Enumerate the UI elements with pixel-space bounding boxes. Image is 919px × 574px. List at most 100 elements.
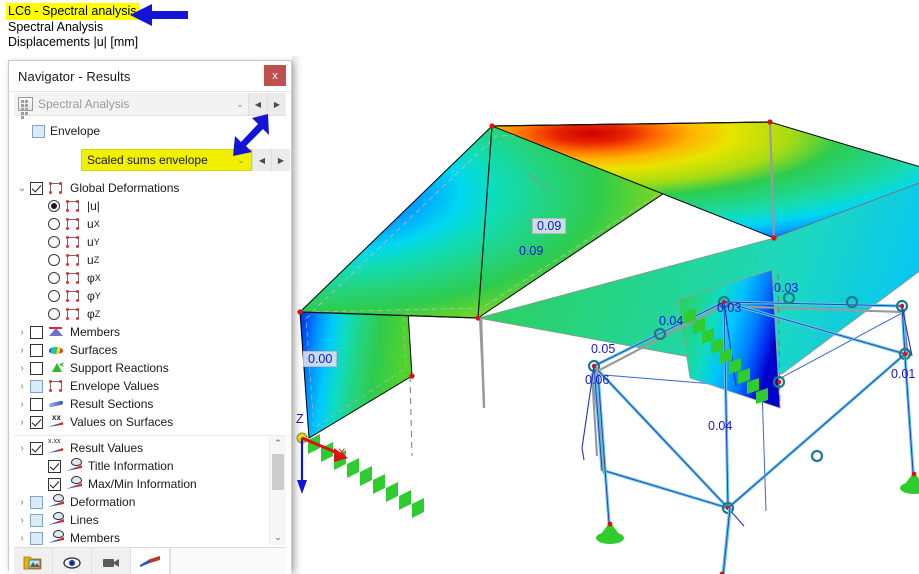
checkbox-members[interactable]: [30, 531, 43, 545]
scroll-down-arrow[interactable]: ⌄: [270, 530, 286, 545]
checkbox-title-information[interactable]: [48, 459, 61, 473]
chevron-right-icon[interactable]: ›: [14, 399, 30, 410]
radio--[interactable]: [48, 290, 60, 302]
envelope-checkbox[interactable]: [32, 124, 45, 138]
tree-item-label: Title Information: [88, 459, 174, 473]
tree-row-lines[interactable]: › Lines: [14, 511, 268, 529]
toolbar-empty-area: [170, 548, 286, 574]
tree-item-label: Global Deformations: [70, 181, 180, 195]
results-tree-upper[interactable]: ⌄Global Deformations·|u|·uX·uY·uZ·φX·φY·…: [14, 175, 286, 431]
frame-icon: [65, 217, 82, 231]
checkbox-deformation[interactable]: [30, 495, 43, 509]
navigator-toolbar[interactable]: [14, 547, 286, 574]
chevron-right-icon[interactable]: ›: [14, 381, 30, 392]
result-title-block: LC6 - Spectral analysis Spectral Analysi…: [6, 2, 140, 50]
tree-row-members[interactable]: › Members: [14, 323, 286, 341]
checkbox-support-reactions[interactable]: [30, 361, 43, 375]
checkbox-result-values[interactable]: [30, 441, 43, 455]
chevron-right-icon[interactable]: ›: [14, 417, 30, 428]
radio--[interactable]: [48, 308, 60, 320]
checkbox-values-on-surfaces[interactable]: [30, 415, 43, 429]
analysis-combo[interactable]: Spectral Analysis: [14, 93, 232, 119]
chevron-right-icon[interactable]: ›: [14, 327, 30, 338]
table-icon: [18, 97, 33, 119]
tree-row-values-on-surfaces[interactable]: › Values on Surfaces: [14, 413, 286, 431]
tree-item-label: Envelope Values: [70, 379, 160, 393]
chevron-right-icon[interactable]: ›: [14, 515, 30, 526]
checkbox-result-sections[interactable]: [30, 397, 43, 411]
tree-row-u[interactable]: · |u|: [14, 197, 286, 215]
tree-row-title-information[interactable]: · Title Information: [14, 457, 268, 475]
value-label-n6: 0.04: [708, 419, 733, 433]
radio--u-[interactable]: [48, 200, 60, 212]
navigator-title: Navigator - Results: [18, 68, 131, 84]
envelope-next-button[interactable]: ▶: [271, 149, 290, 171]
tree-row-global-deformations[interactable]: ⌄ Global Deformations: [14, 179, 286, 197]
checkbox-global-deformations[interactable]: [30, 181, 43, 195]
tree-row-envelope-values[interactable]: › Envelope Values: [14, 377, 286, 395]
close-icon[interactable]: x: [264, 65, 286, 86]
tree-row-support-reactions[interactable]: › Support Reactions: [14, 359, 286, 377]
frame-icon: [48, 181, 65, 195]
chevron-down-icon[interactable]: ⌄: [14, 183, 30, 194]
navigator-titlebar[interactable]: Navigator - Results x: [9, 61, 291, 92]
tree-row-result-values[interactable]: › Result Values: [14, 438, 268, 457]
scrollbar-thumb[interactable]: [272, 454, 284, 490]
scroll-up-arrow[interactable]: ⌃: [270, 436, 286, 451]
load-case-title: LC6 - Spectral analysis: [6, 3, 140, 20]
results-tab-button[interactable]: [131, 548, 170, 574]
max-value-box: 0.09: [532, 218, 567, 234]
envelope-combo[interactable]: Scaled sums envelope ⌄: [81, 149, 252, 171]
tree-row-surfaces[interactable]: › Surfaces: [14, 341, 286, 359]
tree-row-max-min-information[interactable]: · Max/Min Information: [14, 475, 268, 493]
tree-scrollbar[interactable]: ⌃ ⌄: [269, 436, 286, 545]
tree-item-label: Lines: [70, 513, 99, 527]
tree-row-[interactable]: · φX: [14, 269, 286, 287]
tree-row-members[interactable]: › Members: [14, 529, 268, 547]
expander-spacer: ·: [32, 237, 48, 248]
tree-item-label: u: [87, 235, 94, 249]
radio-u[interactable]: [48, 254, 60, 266]
open-folder-button[interactable]: [14, 548, 53, 574]
value-label-n3: 0.04: [659, 314, 684, 328]
checkbox-members[interactable]: [30, 325, 43, 339]
tree-row-u[interactable]: · uX: [14, 215, 286, 233]
radio-u[interactable]: [48, 218, 60, 230]
eye-icon: [66, 476, 83, 491]
radio-u[interactable]: [48, 236, 60, 248]
tree-row-[interactable]: · φZ: [14, 305, 286, 323]
chevron-right-icon[interactable]: ›: [14, 497, 30, 508]
supports: [596, 471, 919, 574]
frame-icon: [65, 235, 82, 249]
tree-row-result-sections[interactable]: › Result Sections: [14, 395, 286, 413]
frame-icon: [65, 253, 82, 267]
camera-button[interactable]: [92, 548, 131, 574]
navigator-body: Spectral Analysis ⌄ ◀ ▶ Envelope Scaled …: [9, 92, 291, 574]
value-label-n4: 0.05: [591, 342, 616, 356]
results-tree-lower[interactable]: › Result Values · Title Information · Max/Min…: [14, 438, 286, 547]
visibility-button[interactable]: [53, 548, 92, 574]
tree-row-[interactable]: · φY: [14, 287, 286, 305]
checkbox-max-min-information[interactable]: [48, 477, 61, 491]
results-tree-lower-container[interactable]: › Result Values · Title Information · Max/Min…: [14, 435, 286, 547]
eye-icon: [66, 458, 83, 473]
expander-spacer: ·: [32, 201, 48, 212]
chevron-right-icon[interactable]: ›: [14, 345, 30, 356]
results-arrow-icon: [140, 556, 160, 567]
model-viewport-3d[interactable]: X 0.09 0.00 0.09 0.03 0.03 0.04 0.05 0.0…: [292, 56, 919, 574]
expander-spacer: ·: [32, 273, 48, 284]
chevron-right-icon[interactable]: ›: [14, 363, 30, 374]
axis-label-z: Z: [296, 412, 304, 426]
tree-item-label-subscript: Y: [94, 291, 101, 301]
tree-row-deformation[interactable]: › Deformation: [14, 493, 268, 511]
tree-row-u[interactable]: · uY: [14, 233, 286, 251]
checkbox-surfaces[interactable]: [30, 343, 43, 357]
radio--[interactable]: [48, 272, 60, 284]
tree-row-u[interactable]: · uZ: [14, 251, 286, 269]
chevron-right-icon[interactable]: ›: [14, 533, 30, 544]
chevron-right-icon[interactable]: ›: [14, 443, 30, 454]
checkbox-lines[interactable]: [30, 513, 43, 527]
checkbox-envelope-values[interactable]: [30, 379, 43, 393]
expander-spacer: ·: [32, 291, 48, 302]
expander-spacer: ·: [32, 219, 48, 230]
